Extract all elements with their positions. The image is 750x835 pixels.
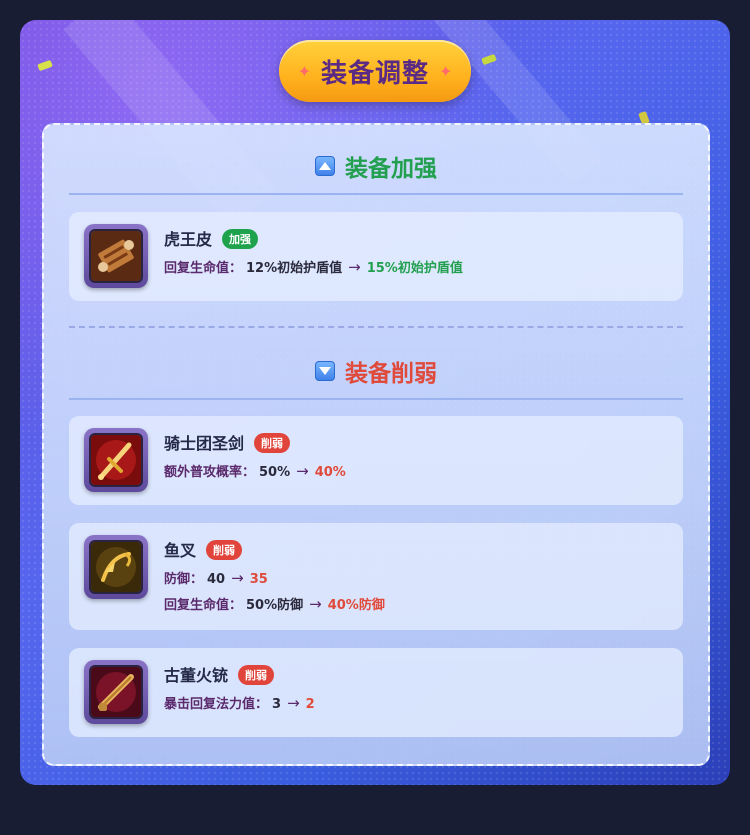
item-icon-frame [84, 660, 148, 724]
stat-change-line: 额外普攻概率： 50% → 40% [164, 462, 346, 480]
status-badge: 削弱 [238, 665, 275, 685]
musket-icon [89, 665, 143, 719]
stat-change-line: 防御： 40 → 35 [164, 569, 268, 587]
item-name: 鱼叉 削弱 [164, 537, 243, 561]
arrow-right-icon: → [296, 462, 309, 480]
item-name: 古董火铳 削弱 [164, 662, 275, 686]
arrow-right-icon: → [309, 595, 322, 613]
stat-change-line: 暴击回复法力值： 3 → 2 [164, 694, 315, 712]
sword-icon [89, 433, 143, 487]
title-banner: ✦ 装备调整 ✦ [279, 40, 471, 102]
list-item: 鱼叉 削弱 防御： 40 → 35 回复生命值： 50%防御 → 40%防御 [69, 523, 683, 630]
sparkle-icon: ✦ [297, 61, 311, 81]
confetti-decoration [37, 59, 53, 72]
item-icon-frame [84, 535, 148, 599]
triangle-up-icon [315, 156, 335, 176]
section-divider [69, 326, 683, 328]
section-header-nerf: 装备削弱 [69, 344, 683, 400]
harpoon-icon [89, 540, 143, 594]
stat-change-line: 回复生命值： 50%防御 → 40%防御 [164, 595, 385, 613]
section-header-buff: 装备加强 [69, 139, 683, 195]
list-item: 虎王皮 加强 回复生命值： 12%初始护盾值 → 15%初始护盾值 [69, 212, 683, 301]
sparkle-icon: ✦ [439, 61, 453, 81]
item-name: 虎王皮 加强 [164, 226, 259, 250]
triangle-down-icon [315, 361, 335, 381]
arrow-right-icon: → [348, 258, 361, 276]
stat-change-line: 回复生命值： 12%初始护盾值 → 15%初始护盾值 [164, 258, 463, 276]
status-badge: 削弱 [254, 433, 291, 453]
changes-panel: 装备加强 虎王皮 加强 回复生命值： 12%初始护盾值 → 15%初始护盾值 装… [42, 123, 710, 766]
list-item: 骑士团圣剑 削弱 额外普攻概率： 50% → 40% [69, 416, 683, 505]
item-icon-frame [84, 428, 148, 492]
item-name: 骑士团圣剑 削弱 [164, 430, 291, 454]
arrow-right-icon: → [231, 569, 244, 587]
status-badge: 加强 [222, 229, 259, 249]
arrow-right-icon: → [287, 694, 300, 712]
section-title: 装备削弱 [345, 361, 437, 387]
list-item: 古董火铳 削弱 暴击回复法力值： 3 → 2 [69, 648, 683, 737]
scroll-icon [89, 229, 143, 283]
status-badge: 削弱 [206, 540, 243, 560]
item-icon-frame [84, 224, 148, 288]
page-title: 装备调整 [320, 58, 429, 89]
announcement-card: ✦ 装备调整 ✦ 装备加强 虎王皮 加强 回复生命值： 12%初始护盾值 → 1… [20, 20, 730, 785]
section-title: 装备加强 [345, 156, 437, 182]
